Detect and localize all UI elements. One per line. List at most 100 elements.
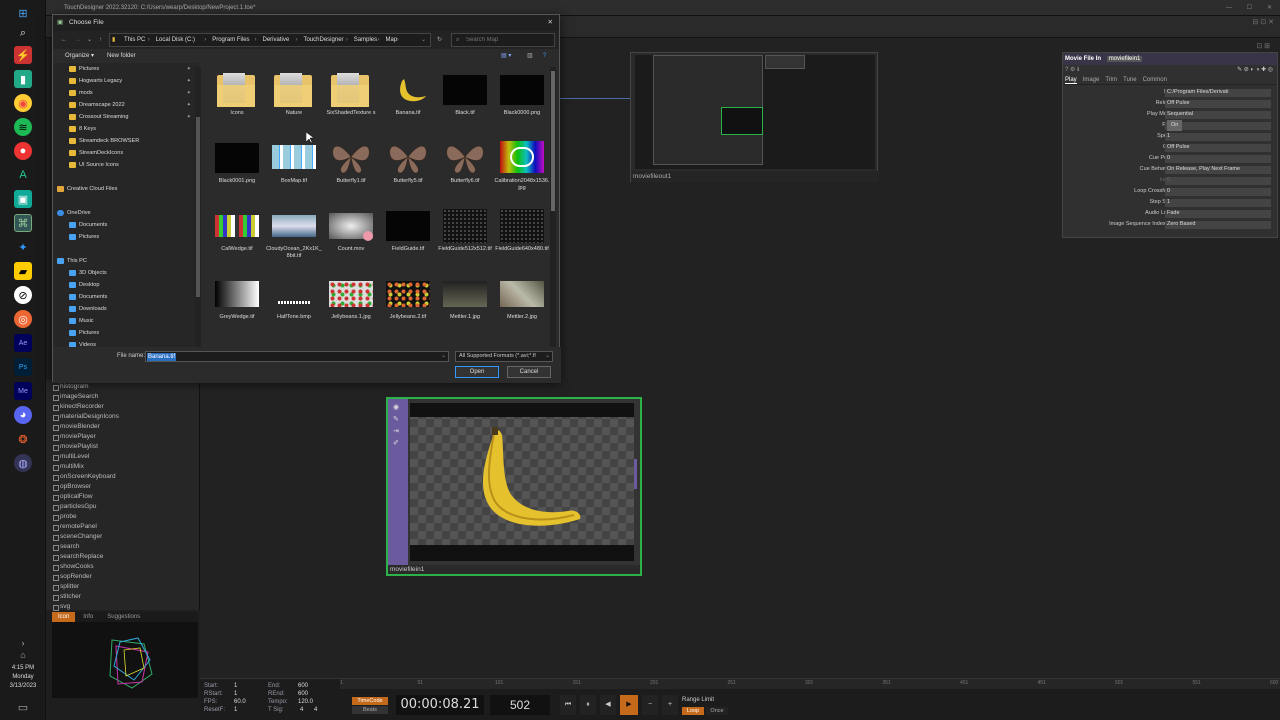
touchdesigner-icon[interactable]: ⌘ [14,214,32,232]
nav-item[interactable]: StreamDeckIcons [53,147,199,159]
nav-item[interactable]: OneDrive [53,207,199,219]
refresh-icon[interactable]: ↻ [437,35,442,45]
file-item[interactable]: Nature [266,67,322,135]
file-item[interactable]: Butterfly5.tif [380,135,436,203]
param-tab[interactable]: Image [1083,77,1100,83]
file-item[interactable]: FieldGuide.tif [380,203,436,271]
palette-item[interactable]: multiLevel [46,452,199,462]
chevron-down-icon[interactable]: ⌄ [421,35,426,45]
nav-scrollbar[interactable] [195,67,201,353]
palette-item[interactable]: splitter [46,582,199,592]
play-icon[interactable]: ▶ [620,695,638,715]
minimize-icon[interactable]: — [1226,0,1232,16]
node-flag-icon[interactable]: ◉ [393,403,399,411]
file-item[interactable]: Black.tif [437,67,493,135]
search-icon[interactable]: ⌕ [14,24,32,42]
file-item[interactable]: Butterfly1.tif [323,135,379,203]
nav-item[interactable]: Hogwarts Legacy ✦ [53,75,199,87]
palette-item[interactable]: search [46,542,199,552]
nav-item[interactable]: UI Source Icons [53,159,199,171]
step-minus-icon[interactable]: − [642,695,658,715]
nav-item[interactable]: Downloads [53,303,199,315]
param-tab[interactable]: Trim [1105,77,1117,83]
nav-item[interactable]: This PC [53,255,199,267]
node-output[interactable] [634,459,637,489]
rewind-icon[interactable]: ⏮ [560,695,576,715]
tab-icon[interactable]: Icon [52,612,76,622]
palette-item[interactable]: remotePanel [46,522,199,532]
nav-item[interactable]: mods ✦ [53,87,199,99]
moviefilein-node[interactable]: ◉ ✎ ⇥ ✐ moviefilein1 [386,397,642,576]
file-item[interactable]: Butterfly6.tif [437,135,493,203]
pin-icon[interactable]: ✦ [187,111,191,123]
palette-item[interactable]: movieBlender [46,422,199,432]
nav-item[interactable]: Streamdeck BROWSER [53,135,199,147]
breadcrumb-separator-icon[interactable]: › [397,35,399,45]
nav-item[interactable]: Crossout Streaming ✦ [53,111,199,123]
once-button[interactable]: Once [706,707,728,715]
loop-button[interactable]: Loop [682,707,704,715]
param-value[interactable]: 1 [1167,197,1170,208]
palette-item[interactable]: sceneChanger [46,532,199,542]
frame-display[interactable]: 502 [490,695,550,715]
param-field[interactable] [1165,198,1271,207]
file-item[interactable]: CloudyOcean_2Kx1K_8bit.tif [266,203,322,271]
file-name-value[interactable]: Banana.tif [147,353,177,361]
pin-icon[interactable]: ✦ [187,75,191,87]
breadcrumb-separator-icon[interactable]: › [255,35,257,45]
app-icon-green[interactable]: ▮ [14,70,32,88]
app-icon-teal[interactable]: ▣ [14,190,32,208]
breadcrumb-item[interactable]: Program Files [212,35,249,45]
resetf-value[interactable]: 1 [234,707,237,713]
step-back-icon[interactable]: ◀ [600,695,616,715]
windows-start-icon[interactable]: ⊞ [14,4,32,22]
param-value[interactable]: Sequential [1167,109,1193,120]
nav-item[interactable]: Documents [53,291,199,303]
palette-item[interactable]: particlesGpu [46,502,199,512]
palette-item[interactable]: sopRender [46,572,199,582]
file-item[interactable]: Calibration2048x1536.jpg [494,135,550,203]
param-toolbar-icons[interactable]: ✎ ⊘ ◐ ◑ ✚ ◎ [1237,65,1273,75]
file-item[interactable]: Mettler.1.jpg [437,271,493,339]
app-icon-a[interactable]: A [14,166,32,184]
param-field[interactable] [1165,209,1271,218]
param-field[interactable] [1165,176,1271,185]
file-item[interactable]: GreyWedge.tif [209,271,265,339]
help-icon[interactable]: ? [543,51,546,61]
file-item[interactable]: Icons [209,67,265,135]
app-icon-orange[interactable]: ◎ [14,310,32,328]
file-item[interactable]: Jellybeans.1.jpg [323,271,379,339]
palette-item[interactable]: stitcher [46,592,199,602]
palette-item[interactable]: searchReplace [46,552,199,562]
file-item[interactable]: BoxMap.tif [266,135,322,203]
palette-item[interactable]: onScreenKeyboard [46,472,199,482]
pin-icon[interactable]: ✦ [187,99,191,111]
palette-item[interactable]: materialDesignIcons [46,412,199,422]
preview-pane-icon[interactable]: ▥ [527,51,533,61]
recent-icon[interactable]: ⌄ [87,35,92,45]
moviefileout-node[interactable]: moviefileout1 [630,52,879,182]
file-name-field[interactable]: Banana.tif ⌄ [145,351,449,362]
search-input[interactable] [466,35,552,45]
dialog-close-icon[interactable]: ✕ [548,15,553,31]
tempo-value[interactable]: 120.0 [298,699,313,705]
organize-button[interactable]: Organize ▾ [65,51,94,61]
palette-item[interactable]: moviePlaylist [46,442,199,452]
app-icon-red[interactable]: ⚡ [14,46,32,64]
file-item[interactable]: Mettler.2.jpg [494,271,550,339]
param-value[interactable]: 0 [1167,153,1170,164]
fps-value[interactable]: 60.0 [234,699,246,705]
app-icon-blue[interactable]: ✦ [14,238,32,256]
palette-item[interactable]: opticalFlow [46,492,199,502]
file-item[interactable]: FieldGuide640x480.tif [494,203,550,271]
palette-item[interactable]: opBrowser [46,482,199,492]
param-field[interactable] [1165,187,1271,196]
rend-value[interactable]: 600 [298,691,308,697]
node-bypass-icon[interactable]: ✎ [393,415,399,423]
breadcrumb-separator-icon[interactable]: › [148,35,150,45]
chevron-down-icon[interactable]: ⌄ [545,352,550,359]
nav-item[interactable]: Desktop [53,279,199,291]
file-item[interactable]: Count.mov [323,203,379,271]
chrome-icon[interactable]: ◉ [14,94,32,112]
file-type-select[interactable]: All Supported Formats (*.avi;*.fl ⌄ [455,351,553,362]
